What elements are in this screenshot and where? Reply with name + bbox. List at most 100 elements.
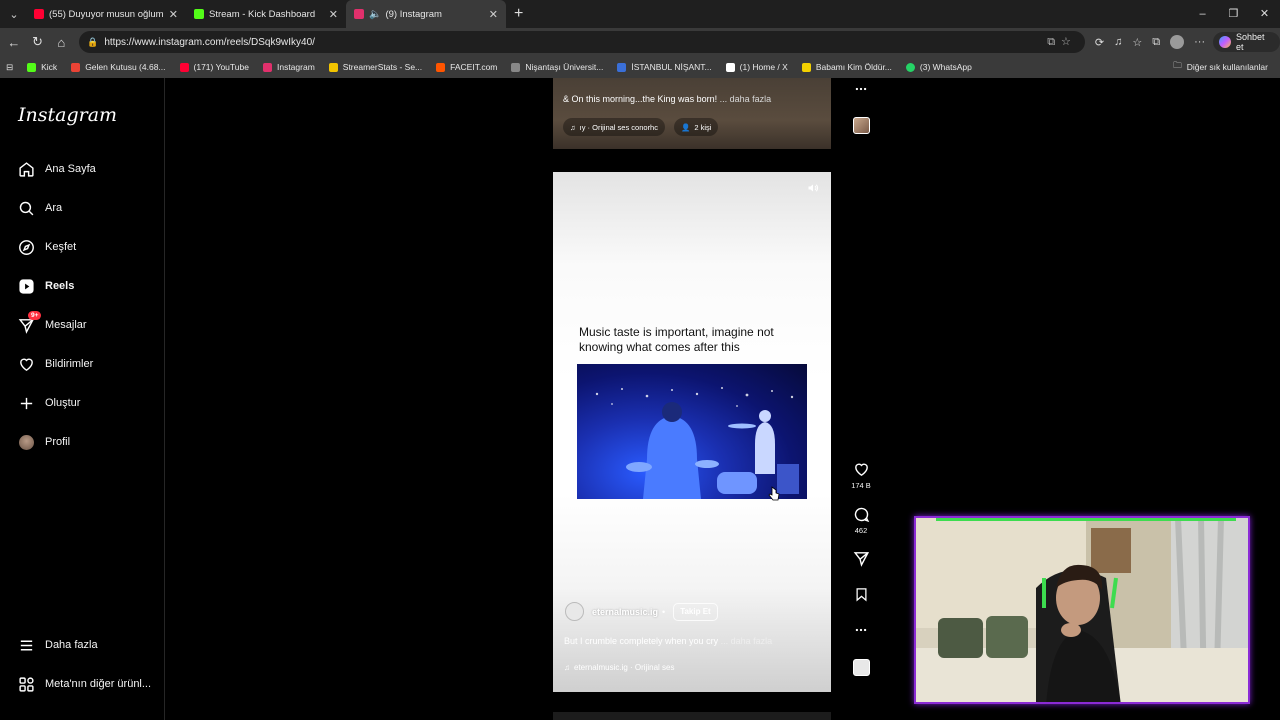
home-icon[interactable]: ⌂ <box>49 35 73 50</box>
split-screen-icon[interactable]: ♫ <box>1114 36 1122 48</box>
bookmark-gmail[interactable]: Gelen Kutusu (4.68... <box>71 62 166 72</box>
bookmark-istanbul-nisantasi[interactable]: İSTANBUL NİŞANT... <box>617 62 712 72</box>
author-avatar[interactable] <box>565 602 584 621</box>
favorites-star-icon[interactable]: ☆ <box>1132 36 1142 49</box>
bookmark-icon <box>856 588 866 602</box>
prev-reel-more-options-icon[interactable] <box>841 82 881 96</box>
new-tab-plus-icon[interactable]: + <box>514 5 523 23</box>
nav-meta-apps[interactable]: Meta'nın diğer ürünl... <box>18 674 151 694</box>
more-link[interactable]: ... daha fazla <box>720 94 772 104</box>
window-controls: – ❐ ✕ <box>1187 0 1280 28</box>
instagram-sidebar: Instagram Ana Sayfa Ara Keşfet Reels 9+ … <box>0 78 165 720</box>
other-favorites[interactable]: 🗀 Diğer sık kullanılanlar <box>1173 60 1268 74</box>
reel-audio-thumbnail[interactable] <box>841 659 881 676</box>
close-window-icon[interactable]: ✕ <box>1249 0 1280 28</box>
kick-favicon-icon <box>194 9 204 19</box>
author-username[interactable]: eternalmusic.ig <box>592 607 658 617</box>
browser-profile-avatar[interactable] <box>1170 35 1185 49</box>
heart-icon <box>854 463 868 477</box>
follow-button[interactable]: Takip Et <box>673 602 718 621</box>
separator-dot: • <box>662 606 666 617</box>
tagged-people-pill[interactable]: 👤 2 kişi <box>674 118 719 136</box>
bookmark-x[interactable]: (1) Home / X <box>725 62 788 72</box>
more-link[interactable]: ... daha fazla <box>721 636 773 646</box>
bookmark-youtube[interactable]: (171) YouTube <box>179 62 249 72</box>
tab-title: (55) Duyuyor musun oğlum bu kla <box>49 8 165 20</box>
maximize-icon[interactable]: ❐ <box>1218 0 1249 28</box>
bookmark-label: İSTANBUL NİŞANT... <box>631 62 712 72</box>
previous-reel[interactable]: & On this morning...the King was born! .… <box>553 78 831 149</box>
close-tab-icon[interactable]: ✕ <box>489 8 498 21</box>
nav-search[interactable]: Ara <box>18 198 62 218</box>
nav-more[interactable]: Daha fazla <box>18 635 98 655</box>
reel-overlay-text: Music taste is important, imagine not kn… <box>579 325 774 354</box>
heart-icon <box>18 356 35 373</box>
browser-tab-instagram[interactable]: 🔈 (9) Instagram ✕ <box>346 0 506 28</box>
instagram-logo[interactable]: Instagram <box>18 104 117 126</box>
bookmark-instagram[interactable]: Instagram <box>262 62 315 72</box>
audio-text: eternalmusic.ig · Orijinal ses <box>574 663 675 672</box>
current-reel-video[interactable]: Music taste is important, imagine not kn… <box>553 172 831 692</box>
bar-chart-icon <box>328 62 338 72</box>
next-reel[interactable] <box>553 712 831 720</box>
caption-text: & On this morning...the King was born! <box>563 94 718 104</box>
tab-actions-chevron-icon[interactable]: ⌄ <box>2 2 26 26</box>
like-button[interactable]: 174 B <box>841 461 881 490</box>
university-logo-icon <box>617 62 627 72</box>
browser-tab-kick[interactable]: Stream - Kick Dashboard ✕ <box>186 0 346 28</box>
instagram-icon <box>262 62 272 72</box>
speaker-icon[interactable]: 🔈 <box>369 9 381 20</box>
copilot-label: Sohbet et <box>1235 32 1265 52</box>
nav-explore[interactable]: Keşfet <box>18 237 76 257</box>
messenger-icon: 9+ <box>18 310 42 334</box>
bookmarks-menu-icon[interactable]: ⊟ <box>6 62 13 73</box>
nav-label: Ana Sayfa <box>45 163 96 175</box>
share-icon <box>853 552 869 567</box>
reel-audio-link[interactable]: ♫ eternalmusic.ig · Orijinal ses <box>564 663 674 672</box>
bookmark-babami[interactable]: Babamı Kim Öldür... <box>801 62 892 72</box>
bookmark-nisantasi[interactable]: Nişantaşı Üniversit... <box>511 62 603 72</box>
site-info-icon[interactable]: 🔒 <box>87 37 98 48</box>
extensions-icon[interactable]: ⟳ <box>1095 36 1104 49</box>
nav-label: Daha fazla <box>45 639 98 651</box>
minimize-icon[interactable]: – <box>1187 0 1218 28</box>
collections-icon[interactable]: ⧉ <box>1152 36 1160 49</box>
tab-title: Stream - Kick Dashboard <box>209 8 316 20</box>
profile-avatar <box>18 434 35 451</box>
folder-icon: 🗀 <box>1173 60 1182 70</box>
back-arrow-icon[interactable]: ← <box>2 35 26 50</box>
save-button[interactable] <box>841 587 881 602</box>
bookmark-kick[interactable]: Kick <box>27 62 57 72</box>
whatsapp-icon <box>905 62 915 72</box>
close-tab-icon[interactable]: ✕ <box>169 8 178 21</box>
reload-icon[interactable]: ↻ <box>26 34 50 50</box>
nav-messages[interactable]: 9+ Mesajlar <box>18 310 87 335</box>
instagram-page: Instagram Ana Sayfa Ara Keşfet Reels 9+ … <box>0 78 1280 720</box>
audio-pill[interactable]: ♫ ıy · Orijinal ses conorhc <box>563 118 665 136</box>
reel-more-options-icon[interactable] <box>841 623 881 637</box>
nav-home[interactable]: Ana Sayfa <box>18 159 96 179</box>
volume-icon[interactable] <box>807 182 821 196</box>
nav-profile[interactable]: Profil <box>18 432 70 452</box>
url-bar[interactable]: 🔒 https://www.instagram.com/reels/DSqk9w… <box>79 31 1085 53</box>
bookmark-whatsapp[interactable]: (3) WhatsApp <box>905 62 972 72</box>
nav-notifications[interactable]: Bildirimler <box>18 354 93 374</box>
reel-actions: 174 B 462 <box>841 78 881 720</box>
browser-tab-youtube[interactable]: (55) Duyuyor musun oğlum bu kla ✕ <box>26 0 186 28</box>
bookmark-streamerstats[interactable]: StreamerStats - Se... <box>328 62 422 72</box>
nav-create[interactable]: Oluştur <box>18 393 80 413</box>
nav-reels[interactable]: Reels <box>18 276 74 296</box>
bookmark-faceit[interactable]: FACEIT.com <box>436 62 497 72</box>
url-bar-action-icons[interactable]: ⧉☆ <box>1047 35 1077 49</box>
comment-button[interactable]: 462 <box>841 506 881 535</box>
copilot-chat-button[interactable]: Sohbet et <box>1213 32 1280 52</box>
close-tab-icon[interactable]: ✕ <box>329 8 338 21</box>
faceit-icon <box>436 62 446 72</box>
kick-icon <box>27 62 37 72</box>
share-button[interactable] <box>841 550 881 567</box>
prev-reel-audio-thumbnail[interactable] <box>841 117 881 134</box>
nav-label: Meta'nın diğer ürünl... <box>45 678 152 690</box>
more-options-icon[interactable]: ··· <box>1194 36 1205 48</box>
notification-badge: 9+ <box>28 310 42 320</box>
comment-count: 462 <box>854 526 868 535</box>
